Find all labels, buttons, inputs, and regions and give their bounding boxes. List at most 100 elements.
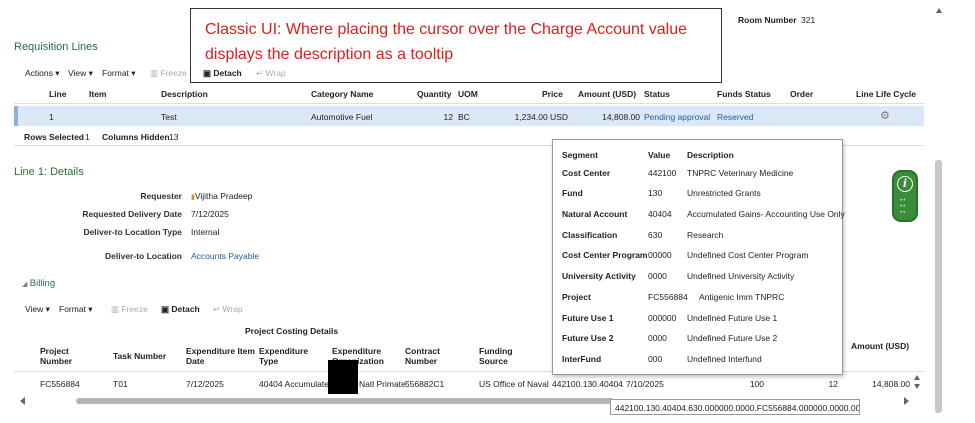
format-menu[interactable]: Format ▾	[102, 68, 136, 79]
billing-toolbar: View ▾ Format ▾ ▥ Freeze ▣ Detach ↵ Wrap	[25, 304, 285, 316]
tooltip-description: Undefined Cost Center Program	[687, 250, 809, 260]
tooltip-segment: InterFund	[562, 354, 602, 364]
tooltip-row: Future Use 1 000000 Undefined Future Use…	[553, 313, 843, 327]
column-header-price[interactable]: Price	[542, 89, 563, 99]
billing-project-number: FC556884	[40, 379, 80, 389]
column-header-project-number[interactable]: Project Number	[40, 346, 100, 366]
tooltip-value: FC556884	[648, 292, 688, 302]
column-header-funds-status[interactable]: Funds Status	[717, 89, 771, 99]
location-link[interactable]: Accounts Payable	[191, 251, 259, 261]
tooltip-value: 0000	[648, 271, 667, 281]
row-status-link[interactable]: Pending approval	[644, 112, 710, 122]
tooltip-header-segment: Segment	[562, 150, 598, 160]
format-label: Format	[59, 304, 86, 314]
tooltip-value: 442100	[648, 168, 677, 178]
scroll-thumb[interactable]	[935, 160, 942, 413]
freeze-icon: ▥	[150, 68, 159, 78]
column-header-order[interactable]: Order	[790, 89, 813, 99]
requested-date-label: Requested Delivery Date	[82, 209, 182, 219]
freeze-button[interactable]: ▥ Freeze	[150, 68, 187, 79]
chevron-down-icon: ▾	[55, 68, 60, 78]
column-header-exp-item-date[interactable]: Expenditure Item Date	[186, 346, 256, 366]
column-header-exp-type[interactable]: Expenditure Type	[259, 346, 319, 366]
column-header-task-number[interactable]: Task Number	[113, 351, 166, 361]
detach-icon: ▣	[203, 68, 212, 78]
column-header-funding-source[interactable]: Funding Source	[479, 346, 539, 366]
life-cycle-icon[interactable]: ⚙	[880, 109, 890, 122]
tooltip-value: 40404	[648, 209, 672, 219]
tooltip-header-description: Description	[687, 150, 734, 160]
billing-freeze-button[interactable]: ▥ Freeze	[111, 304, 148, 315]
actions-menu[interactable]: Actions ▾	[25, 68, 60, 79]
tooltip-value: 00000	[648, 250, 672, 260]
horizontal-scroll-thumb[interactable]	[76, 398, 614, 404]
actions-label: Actions	[25, 68, 53, 78]
billing-view-menu[interactable]: View ▾	[25, 304, 50, 315]
row-scroll-up-icon[interactable]	[914, 375, 920, 380]
billing-date: 7/10/2025	[626, 379, 664, 389]
column-header-billing-amount[interactable]: Amount (USD)	[851, 341, 909, 351]
requester-name: Vijitha Pradeep	[194, 191, 253, 201]
detach-button[interactable]: ▣ Detach	[203, 68, 242, 79]
row-funds-status-link[interactable]: Reserved	[717, 112, 753, 122]
scroll-left-icon[interactable]	[20, 397, 25, 405]
page-scrollbar[interactable]	[934, 8, 944, 413]
chevron-down-icon: ▾	[88, 304, 93, 314]
tooltip-segment: Project	[562, 292, 591, 302]
requisition-table-header: Line Item Description Category Name Quan…	[14, 84, 924, 104]
column-header-status[interactable]: Status	[644, 89, 670, 99]
annotation-callout-text: Classic UI: Where placing the cursor ove…	[205, 21, 688, 63]
row-line: 1	[49, 112, 54, 122]
billing-exp-org: Natl Primate	[359, 379, 406, 389]
tooltip-description: TNPRC Veterinary Medicine	[687, 168, 794, 178]
help-badge[interactable]: i •• •• ••	[892, 170, 918, 222]
detach-label: Detach	[213, 68, 242, 78]
column-header-life-cycle[interactable]: Line Life Cycle	[856, 89, 916, 99]
tooltip-row: Classification 630 Research	[553, 230, 843, 244]
requested-date-value: 7/12/2025	[191, 209, 229, 219]
column-header-amount[interactable]: Amount (USD)	[578, 89, 636, 99]
row-scroll-down-icon[interactable]	[914, 384, 920, 389]
row-category: Automotive Fuel	[311, 112, 373, 122]
column-header-item[interactable]: Item	[89, 89, 106, 99]
detach-label: Detach	[171, 304, 200, 314]
tooltip-value: 0000	[648, 333, 667, 343]
column-header-quantity[interactable]: Quantity	[417, 89, 451, 99]
billing-row[interactable]: FC556884 T01 7/12/2025 40404 Accumulated…	[14, 374, 910, 392]
tooltip-value: 630	[648, 230, 663, 240]
billing-charge-account[interactable]: 442100.130.40404.6	[552, 379, 624, 389]
tooltip-description: Undefined Future Use 1	[687, 313, 778, 323]
redaction-block	[328, 360, 358, 394]
room-number-value: 321	[801, 15, 816, 25]
wrap-label: Wrap	[265, 68, 286, 78]
table-row[interactable]: 1 Test Automotive Fuel 12 BC 1,234.00 US…	[14, 106, 924, 126]
billing-wrap-button[interactable]: ↵ Wrap	[213, 304, 243, 315]
columns-hidden-value: 13	[169, 132, 179, 142]
billing-detach-button[interactable]: ▣ Detach	[161, 304, 200, 315]
requisition-toolbar: Actions ▾ View ▾ Format ▾ ▥ Freeze ▣ Det…	[25, 68, 325, 80]
wrap-button[interactable]: ↵ Wrap	[256, 68, 286, 79]
billing-quantity: 12	[828, 379, 838, 389]
tooltip-segment: Future Use 2	[562, 333, 614, 343]
column-header-category[interactable]: Category Name	[311, 89, 373, 99]
billing-header[interactable]: ◢ Billing	[22, 278, 55, 289]
tooltip-description: Unrestricted Grants	[687, 188, 761, 198]
freeze-label: Freeze	[160, 68, 187, 78]
columns-hidden-label: Columns Hidden	[102, 132, 170, 142]
collapse-triangle-icon[interactable]: ◢	[22, 281, 27, 288]
column-header-description[interactable]: Description	[161, 89, 208, 99]
scroll-up-icon[interactable]	[936, 8, 942, 13]
segment-tooltip-popup: Segment Value Description Cost Center 44…	[552, 139, 845, 375]
scroll-right-icon[interactable]	[904, 397, 909, 405]
column-header-contract-number[interactable]: Contract Number	[405, 346, 465, 366]
billing-format-menu[interactable]: Format ▾	[59, 304, 93, 315]
line-details-title: Line 1: Details	[14, 166, 84, 178]
tooltip-row: InterFund 000 Undefined Interfund	[553, 354, 843, 368]
column-header-line[interactable]: Line	[49, 89, 66, 99]
tooltip-header-value: Value	[648, 150, 671, 160]
project-costing-header: Project Costing Details	[245, 326, 339, 336]
view-menu[interactable]: View ▾	[68, 68, 93, 79]
tooltip-segment: Classification	[562, 230, 618, 240]
column-header-uom[interactable]: UOM	[458, 89, 478, 99]
dots-grid-icon: •• •• ••	[900, 198, 907, 216]
